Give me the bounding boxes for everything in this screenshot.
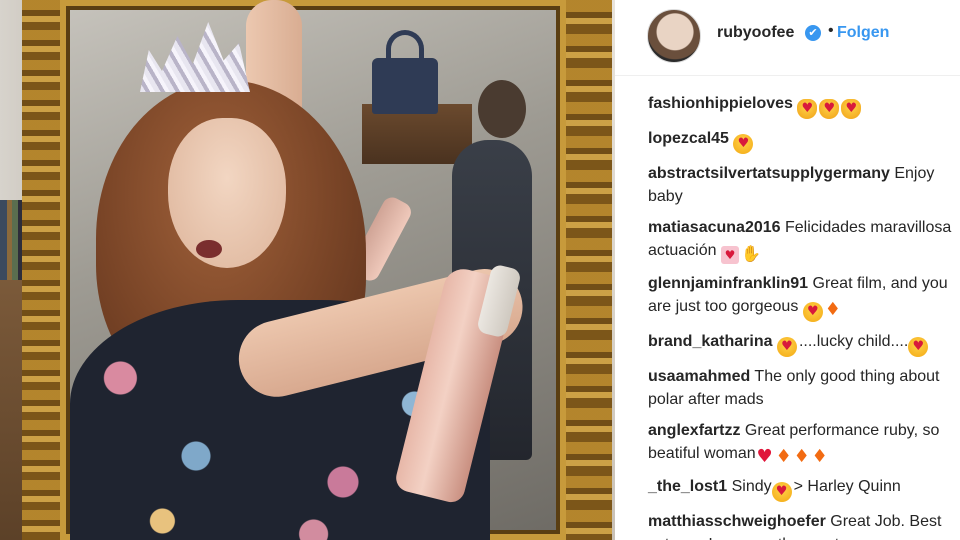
comment-username[interactable]: glennjaminfranklin91 xyxy=(648,275,808,292)
heart-eyes-emoji-icon: ♥ xyxy=(771,482,792,502)
comment-item: fashionhippieloves ♥ ♥ ♥ xyxy=(648,92,960,119)
follow-button[interactable]: Folgen xyxy=(837,24,889,42)
comment-list: fashionhippieloves ♥ ♥ ♥ lopezcal45 ♥ abst… xyxy=(648,92,960,540)
cat-heart-eyes-emoji-icon: ♥ xyxy=(819,99,840,119)
comment-username[interactable]: anglexfartzz xyxy=(648,422,740,439)
comment-username[interactable]: lopezcal45 xyxy=(648,130,729,147)
red-heart-emoji-icon: ♥ xyxy=(756,446,773,467)
comment-item: lopezcal45 ♥ xyxy=(648,127,960,154)
post-header: ruby​oo​fee ✔ • Folgen xyxy=(615,0,960,76)
comment-item: abstractsilvertatsupplygermany Enjoy bab… xyxy=(648,162,960,208)
clap-emoji-icon: ✋ xyxy=(740,244,761,263)
post-photo[interactable] xyxy=(0,0,615,540)
mouth xyxy=(196,240,222,258)
comment-item: brand_katharina ♥ ....lucky child.... ♥ xyxy=(648,330,960,357)
heart-eyes-emoji-icon: ♥ xyxy=(908,337,929,357)
comment-username[interactable]: matthiasschweighoefer xyxy=(648,513,826,530)
cat-heart-eyes-emoji-icon: ♥ xyxy=(841,99,862,119)
comment-item: usaamahmed The only good thing about pol… xyxy=(648,365,960,411)
reflection-head xyxy=(478,80,526,138)
comment-item: glennjaminfranklin91 Great film, and you… xyxy=(648,272,960,322)
fire-emoji-icon: ♦ xyxy=(811,446,828,467)
heart-eyes-emoji-icon: ♥ xyxy=(733,134,754,154)
love-letter-emoji-icon: ♥ xyxy=(720,246,739,264)
username[interactable]: ruby​oo​fee xyxy=(717,24,794,42)
avatar[interactable] xyxy=(647,9,701,63)
verified-badge-icon: ✔ xyxy=(805,25,821,41)
comment-username[interactable]: usaamahmed xyxy=(648,368,750,385)
comment-username[interactable]: brand_katharina xyxy=(648,333,772,350)
heart-eyes-emoji-icon: ♥ xyxy=(802,302,823,322)
comment-username[interactable]: abstractsilvertatsupplygermany xyxy=(648,165,890,182)
comment-text: > Harley Quinn xyxy=(793,478,901,495)
comment-item: _the_lost1 Sindy ♥ > Harley Quinn xyxy=(648,475,960,502)
comment-username[interactable]: _the_lost1 xyxy=(648,478,727,495)
comment-text: Sindy xyxy=(731,478,772,495)
comment-text: ....lucky child.... xyxy=(798,333,909,350)
handbag xyxy=(372,58,438,114)
face xyxy=(168,118,286,268)
fire-emoji-icon: ♦ xyxy=(793,446,810,467)
comment-username[interactable]: fashionhippieloves xyxy=(648,95,793,112)
comment-username[interactable]: matiasacuna2016 xyxy=(648,219,781,236)
comment-item: anglexfartzz Great performance ruby, so … xyxy=(648,419,960,467)
comment-item: matiasacuna2016 Felicidades maravillosa … xyxy=(648,216,960,264)
fire-emoji-icon: ♦ xyxy=(775,446,792,467)
cat-heart-eyes-emoji-icon: ♥ xyxy=(797,99,818,119)
post-sidebar: ruby​oo​fee ✔ • Folgen fashionhippielove… xyxy=(615,0,960,540)
comment-item: matthiasschweighoefer Great Job. Best ac… xyxy=(648,510,960,540)
heart-eyes-emoji-icon: ♥ xyxy=(776,337,797,357)
fire-emoji-icon: ♦ xyxy=(824,299,841,320)
separator-dot: • xyxy=(828,22,834,39)
